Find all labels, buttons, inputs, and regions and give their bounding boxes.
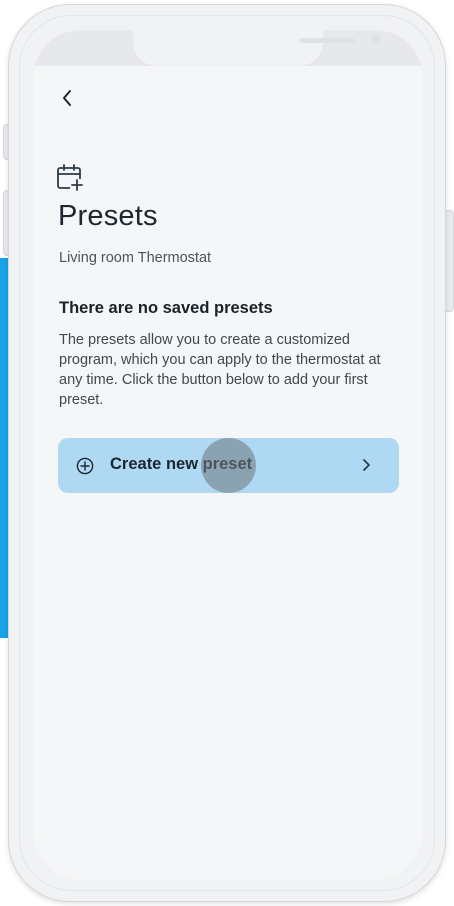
page-title: Presets	[58, 200, 158, 232]
create-button-label-suffix: preset	[198, 455, 253, 473]
empty-state-heading: There are no saved presets	[59, 299, 273, 317]
device-subtitle: Living room Thermostat	[59, 250, 212, 266]
plus-circle-icon	[76, 457, 94, 475]
empty-state-description: The presets allow you to create a custom…	[59, 332, 381, 408]
back-button[interactable]	[53, 84, 81, 112]
calendar-plus-icon	[57, 164, 84, 191]
create-button-label-main: Create new	[110, 455, 199, 473]
chevron-left-icon	[63, 90, 71, 106]
create-new-preset-button[interactable]: Create new preset	[58, 438, 399, 493]
front-camera	[371, 34, 381, 44]
app-screen: Presets Living room Thermostat There are…	[33, 30, 423, 880]
speaker-grille	[299, 38, 355, 43]
notch	[133, 30, 381, 66]
device-frame-stage: Presets Living room Thermostat There are…	[0, 0, 454, 906]
chevron-right-icon	[363, 459, 370, 471]
create-button-label: Create new preset	[110, 455, 252, 474]
